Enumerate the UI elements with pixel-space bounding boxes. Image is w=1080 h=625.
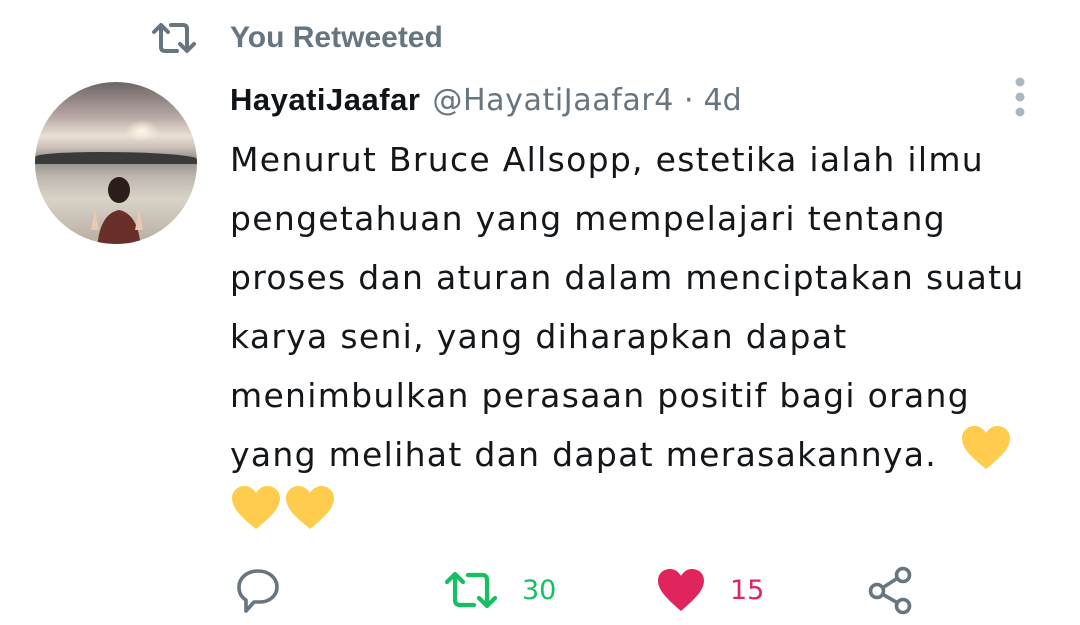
retweet-icon [444, 571, 498, 609]
emoji-row [230, 484, 336, 532]
timestamp[interactable]: 4d [704, 83, 742, 118]
retweet-banner: You Retweeted [150, 18, 443, 58]
retweet-banner-label: You Retweeted [230, 21, 443, 54]
avatar-person [91, 177, 143, 244]
more-options-icon[interactable] [1008, 76, 1032, 122]
retweet-button[interactable]: 30 [444, 560, 556, 620]
avatar-sun [125, 120, 159, 142]
tweet-header: HayatiJaafar @HayatiJaafar4 · 4d [230, 78, 742, 122]
yellow-heart-icon [286, 486, 334, 529]
like-count: 15 [730, 574, 765, 606]
user-handle[interactable]: @HayatiJaafar4 [432, 83, 674, 118]
heart-icon [658, 569, 704, 611]
avatar-land [35, 152, 197, 164]
tweet-text: Menurut Bruce Allsopp, estetika ialah il… [230, 140, 1025, 474]
reply-button[interactable] [234, 560, 282, 620]
reply-icon [237, 569, 279, 613]
like-button[interactable]: 15 [656, 560, 764, 620]
share-icon [868, 566, 912, 615]
display-name[interactable]: HayatiJaafar [230, 82, 420, 118]
separator-dot: · [683, 82, 694, 118]
avatar[interactable] [35, 82, 197, 244]
share-button[interactable] [866, 560, 916, 620]
retweet-icon [150, 18, 198, 58]
yellow-heart-icon [232, 486, 280, 529]
tweet-actions: 30 15 [0, 560, 1080, 620]
retweet-count: 30 [522, 574, 557, 606]
yellow-heart-icon [962, 426, 1010, 469]
